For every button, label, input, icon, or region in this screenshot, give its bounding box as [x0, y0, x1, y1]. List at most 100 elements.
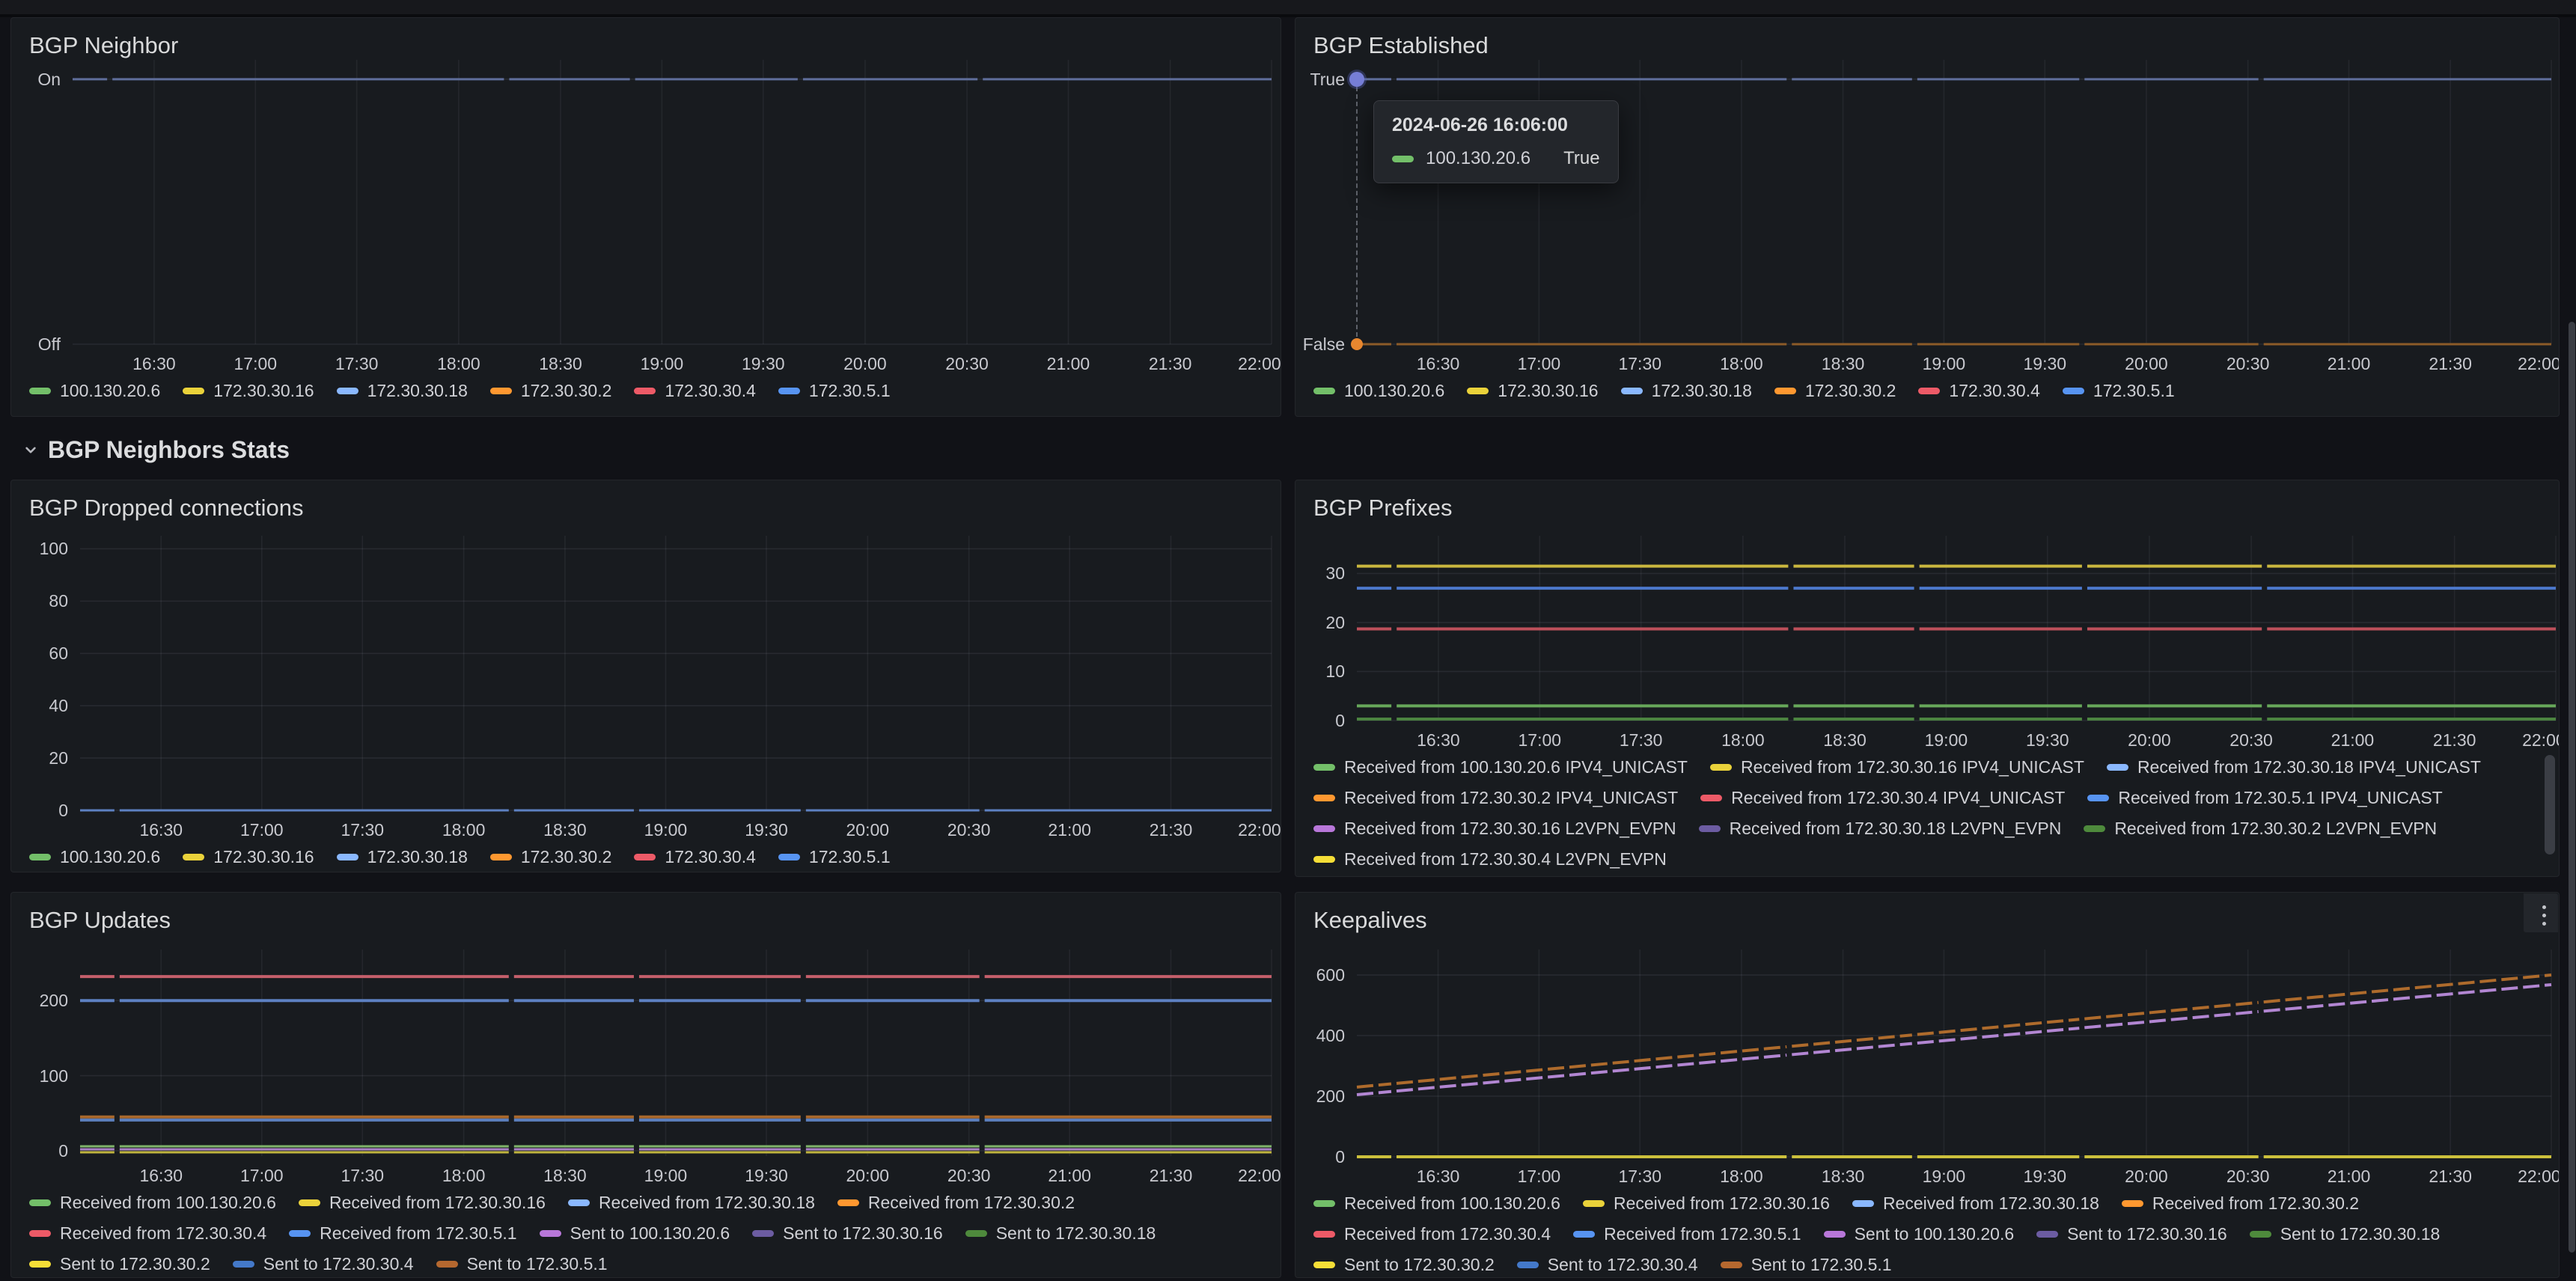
legend-item[interactable]: 172.30.5.1 [778, 847, 891, 867]
legend-item[interactable]: 172.30.5.1 [778, 381, 891, 401]
x-tick-label: 19:00 [1925, 730, 1968, 750]
legend-item[interactable]: Sent to 172.30.30.16 [752, 1223, 943, 1244]
legend-series-label: 100.130.20.6 [1344, 381, 1444, 401]
tooltip-series-chip [1392, 156, 1414, 162]
x-tick-label: 20:30 [2229, 730, 2273, 750]
legend-item[interactable]: Sent to 172.30.30.2 [1313, 1255, 1495, 1275]
panel-title-bgp-prefixes[interactable]: BGP Prefixes [1313, 494, 1453, 522]
legend-item[interactable]: 172.30.30.4 [634, 381, 756, 401]
keepalives-chart[interactable] [1357, 950, 2551, 1157]
panel-menu-icon[interactable] [2542, 903, 2546, 928]
legend-item[interactable]: 100.130.20.6 [29, 381, 160, 401]
legend-item[interactable]: Sent to 172.30.30.2 [29, 1254, 210, 1274]
legend-row: Received from 100.130.20.6 IPV4_UNICAST R… [1313, 752, 2503, 783]
chart-tooltip: 2024-06-26 16:06:00 100.130.20.6 True [1373, 100, 1619, 183]
legend-item[interactable]: Received from 100.130.20.6 [1313, 1193, 1560, 1214]
x-tick-label: 20:30 [2226, 1166, 2270, 1187]
row-header-title: BGP Neighbors Stats [48, 436, 290, 464]
x-tick-label: 18:30 [1823, 730, 1867, 750]
bgp-dropped-chart[interactable] [80, 536, 1272, 810]
legend-series-chip [1517, 1262, 1539, 1268]
legend-item[interactable]: 172.30.30.18 [337, 847, 468, 867]
bgp-updates-chart[interactable] [80, 950, 1272, 1156]
legend-item[interactable]: Received from 172.30.30.18 L2VPN_EVPN [1699, 819, 2062, 839]
x-tick-label: 18:00 [442, 1165, 486, 1186]
legend-item[interactable]: Sent to 100.130.20.6 [1824, 1224, 2015, 1244]
x-tick-label: 22:00 [1238, 1165, 1281, 1186]
y-tick-label: 0 [58, 800, 68, 821]
legend-item[interactable]: 172.30.30.18 [337, 381, 468, 401]
x-tick-label: 20:00 [843, 353, 887, 374]
legend-series-label: Received from 172.30.30.2 [868, 1193, 1075, 1213]
legend-item[interactable]: 172.30.30.2 [490, 847, 612, 867]
legend-item[interactable]: Received from 172.30.5.1 [289, 1223, 516, 1244]
legend-item[interactable]: Received from 172.30.30.2 [837, 1193, 1075, 1213]
legend-item[interactable]: Received from 172.30.30.18 IPV4_UNICAST [2107, 757, 2481, 777]
x-tick-label: 20:30 [945, 353, 989, 374]
legend-item[interactable]: 172.30.5.1 [2063, 381, 2175, 401]
legend-series-chip [1467, 388, 1489, 394]
legend-item[interactable]: Received from 172.30.30.16 [299, 1193, 546, 1213]
legend-item[interactable]: Received from 172.30.30.4 L2VPN_EVPN [1313, 849, 1667, 869]
legend-item[interactable]: Received from 172.30.30.2 IPV4_UNICAST [1313, 788, 1678, 808]
legend-item[interactable]: Received from 100.130.20.6 [29, 1193, 276, 1213]
legend-item[interactable]: Sent to 172.30.5.1 [436, 1254, 608, 1274]
legend-series-chip [965, 1230, 987, 1237]
legend-series-label: Received from 172.30.30.2 [2152, 1193, 2359, 1214]
legend-series-label: 100.130.20.6 [60, 381, 160, 401]
legend-item[interactable]: Received from 172.30.30.16 [1583, 1193, 1830, 1214]
legend-item[interactable]: Received from 172.30.30.2 [2122, 1193, 2359, 1214]
bgp-neighbor-legend: 100.130.20.6 172.30.30.16 172.30.30.18 172.… [29, 376, 913, 406]
legend-item[interactable]: Received from 172.30.30.16 IPV4_UNICAST [1710, 757, 2084, 777]
panel-title-bgp-updates[interactable]: BGP Updates [29, 906, 171, 935]
legend-item[interactable]: 172.30.30.2 [1774, 381, 1896, 401]
legend-series-label: Received from 172.30.30.16 [329, 1193, 546, 1213]
legend-scrollbar-thumb[interactable] [2545, 755, 2555, 854]
legend-item[interactable]: 100.130.20.6 [29, 847, 160, 867]
legend-series-label: Received from 172.30.5.1 [1604, 1224, 1801, 1244]
legend-item[interactable]: Sent to 172.30.30.4 [233, 1254, 414, 1274]
panel-title-keepalives[interactable]: Keepalives [1313, 906, 1427, 935]
legend-series-label: 172.30.30.2 [1805, 381, 1896, 401]
legend-item[interactable]: Received from 172.30.30.4 IPV4_UNICAST [1700, 788, 2065, 808]
legend-item[interactable]: Received from 172.30.5.1 [1573, 1224, 1801, 1244]
legend-item[interactable]: Sent to 100.130.20.6 [540, 1223, 730, 1244]
legend-item[interactable]: Received from 172.30.30.16 L2VPN_EVPN [1313, 819, 1676, 839]
legend-item[interactable]: 172.30.30.4 [1918, 381, 2040, 401]
panel-bgp-prefixes: BGP Prefixes Received from 100.130.20.6 … [1295, 480, 2560, 877]
bgp-prefixes-chart[interactable] [1357, 536, 2556, 721]
legend-item[interactable]: Received from 172.30.30.18 [568, 1193, 815, 1213]
legend-item[interactable]: Received from 172.30.30.4 [29, 1223, 266, 1244]
bgp-neighbor-chart[interactable] [73, 60, 1272, 344]
legend-series-chip [1313, 825, 1335, 832]
x-tick-label: 21:30 [2429, 353, 2472, 374]
legend-item[interactable]: Received from 172.30.30.4 [1313, 1224, 1551, 1244]
legend-item[interactable]: Received from 172.30.30.18 [1852, 1193, 2099, 1214]
legend-item[interactable]: 172.30.30.16 [1467, 381, 1598, 401]
legend-item[interactable]: Sent to 172.30.30.18 [965, 1223, 1156, 1244]
legend-item[interactable]: Sent to 172.30.30.4 [1517, 1255, 1698, 1275]
page-scrollbar-thumb[interactable] [2569, 322, 2575, 1253]
y-tick-label: 10 [1325, 661, 1345, 682]
legend-series-label: Sent to 100.130.20.6 [1855, 1224, 2015, 1244]
legend-series-chip [337, 388, 358, 394]
legend-item[interactable]: 172.30.30.2 [490, 381, 612, 401]
y-tick-label: On [37, 69, 61, 90]
legend-item[interactable]: Received from 172.30.30.2 L2VPN_EVPN [2084, 819, 2437, 839]
panel-title-bgp-established[interactable]: BGP Established [1313, 31, 1489, 60]
legend-item[interactable]: 100.130.20.6 [1313, 381, 1444, 401]
legend-item[interactable]: Sent to 172.30.30.16 [2036, 1224, 2227, 1244]
legend-item[interactable]: 172.30.30.16 [183, 847, 314, 867]
legend-item[interactable]: 172.30.30.4 [634, 847, 756, 867]
panel-title-bgp-neighbor[interactable]: BGP Neighbor [29, 31, 178, 60]
legend-item[interactable]: Sent to 172.30.30.18 [2250, 1224, 2441, 1244]
legend-item[interactable]: 172.30.30.16 [183, 381, 314, 401]
legend-series-chip [183, 388, 204, 394]
legend-item[interactable]: Sent to 172.30.5.1 [1721, 1255, 1892, 1275]
chevron-down-icon[interactable] [21, 440, 40, 459]
panel-title-bgp-dropped[interactable]: BGP Dropped connections [29, 494, 304, 522]
legend-item[interactable]: Received from 172.30.5.1 IPV4_UNICAST [2087, 788, 2442, 808]
legend-item[interactable]: 172.30.30.18 [1621, 381, 1752, 401]
row-bgp-neighbors-stats[interactable]: BGP Neighbors Stats [21, 428, 290, 471]
legend-item[interactable]: Received from 100.130.20.6 IPV4_UNICAST [1313, 757, 1688, 777]
